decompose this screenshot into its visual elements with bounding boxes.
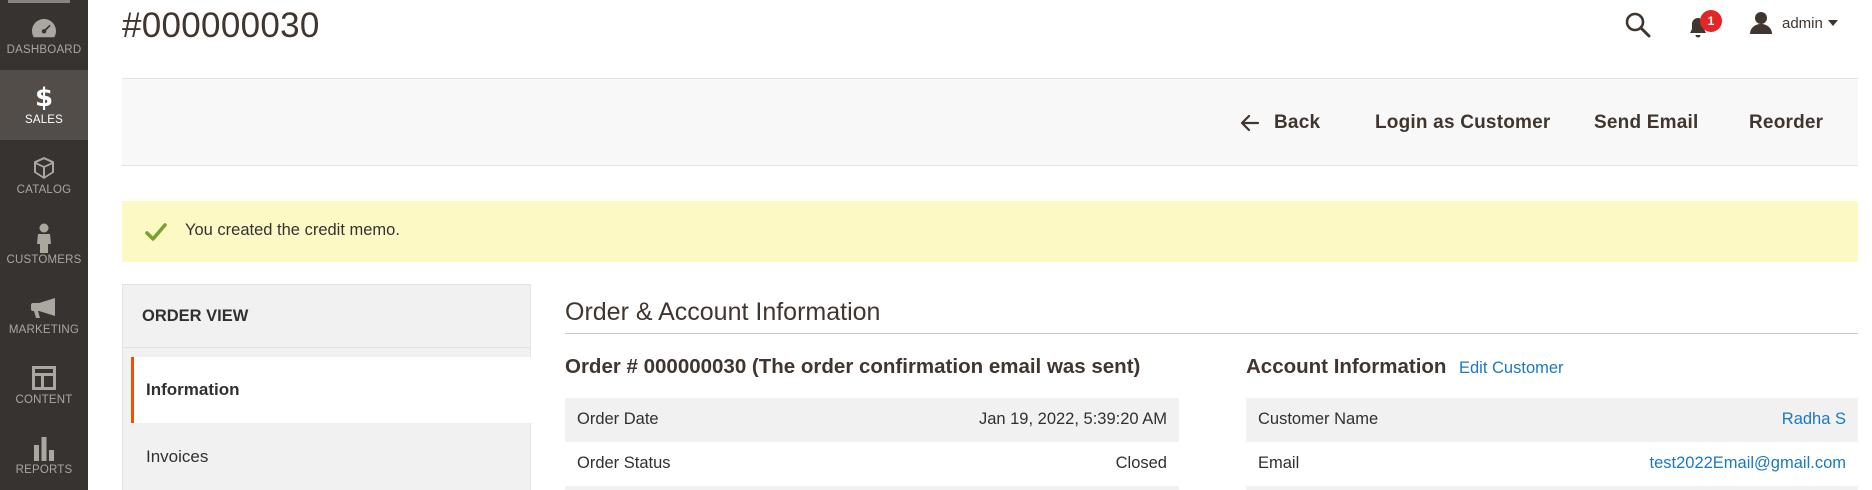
admin-sidebar-nav: DASHBOARD $ SALES CATALOG CUSTOMERS MARK… [0, 0, 88, 490]
nav-item-content[interactable]: CONTENT [0, 350, 88, 420]
cube-icon [0, 154, 88, 182]
nav-label: SALES [24, 114, 64, 126]
nav-label: CONTENT [15, 394, 73, 406]
nav-item-catalog[interactable]: CATALOG [0, 140, 88, 210]
nav-item-marketing[interactable]: MARKETING [0, 280, 88, 350]
success-message-text: You created the credit memo. [185, 221, 400, 239]
dashboard-icon [0, 14, 88, 42]
nav-label: CUSTOMERS [6, 254, 82, 266]
bar-chart-icon [0, 434, 88, 462]
chevron-down-icon[interactable] [1828, 20, 1838, 26]
search-icon[interactable] [1624, 11, 1652, 39]
row-value: Closed [1115, 454, 1167, 472]
nav-item-reports[interactable]: REPORTS [0, 420, 88, 490]
account-info-row: Email test2022Email@gmail.com [1246, 442, 1858, 486]
nav-label: DASHBOARD [6, 44, 82, 56]
dollar-icon: $ [34, 83, 54, 113]
nav-item-customers[interactable]: CUSTOMERS [0, 210, 88, 280]
person-icon [0, 223, 88, 253]
success-message: You created the credit memo. [122, 201, 1858, 262]
user-icon[interactable] [1748, 10, 1774, 36]
order-info-row-partial [565, 486, 1179, 490]
row-label: Order Status [577, 454, 671, 472]
send-email-button[interactable]: Send Email [1594, 112, 1698, 134]
edit-customer-link[interactable]: Edit Customer [1459, 359, 1564, 378]
row-value: Jan 19, 2022, 5:39:20 AM [978, 410, 1167, 428]
row-label: Email [1258, 454, 1300, 472]
nav-label: REPORTS [15, 464, 73, 476]
order-view-title: ORDER VIEW [142, 307, 249, 325]
tab-invoices[interactable]: Invoices [131, 425, 531, 490]
account-info-row-partial [1246, 486, 1858, 490]
customer-name-link[interactable]: Radha S [1782, 410, 1846, 429]
nav-item-sales[interactable]: $ SALES [0, 70, 88, 140]
row-label: Customer Name [1258, 410, 1379, 428]
order-info-row: Order Date Jan 19, 2022, 5:39:20 AM [565, 398, 1179, 442]
nav-label: MARKETING [8, 324, 80, 336]
section-divider [565, 333, 1858, 334]
megaphone-icon [0, 294, 88, 322]
order-info-row: Order Status Closed [565, 442, 1179, 486]
reorder-button[interactable]: Reorder [1749, 112, 1823, 134]
tab-label: Information [146, 380, 240, 399]
tab-information[interactable]: Information [131, 357, 531, 423]
layout-icon [0, 364, 88, 392]
order-view-tabs: ORDER VIEW Information Invoices [122, 284, 531, 490]
section-title: Order & Account Information [565, 298, 881, 326]
account-info-row: Customer Name Radha S [1246, 398, 1858, 442]
notification-badge: 1 [1700, 10, 1722, 32]
account-info-heading: Account Information [1246, 355, 1447, 378]
nav-label: CATALOG [16, 184, 72, 196]
nav-item-dashboard[interactable]: DASHBOARD [0, 0, 88, 70]
checkmark-icon [144, 220, 168, 244]
page-title: #000000030 [122, 6, 320, 45]
row-label: Order Date [577, 410, 659, 428]
page-actions-bar: Back Login as Customer Send Email Reorde… [122, 78, 1858, 166]
login-as-customer-button[interactable]: Login as Customer [1375, 112, 1550, 134]
order-heading: Order # 000000030 (The order confirmatio… [565, 355, 1141, 378]
divider [123, 347, 530, 348]
back-button[interactable]: Back [1274, 112, 1320, 134]
arrow-left-icon[interactable] [1240, 113, 1260, 133]
customer-email-link[interactable]: test2022Email@gmail.com [1650, 454, 1847, 473]
admin-user-menu[interactable]: admin [1782, 15, 1823, 32]
tab-label: Invoices [146, 447, 209, 466]
